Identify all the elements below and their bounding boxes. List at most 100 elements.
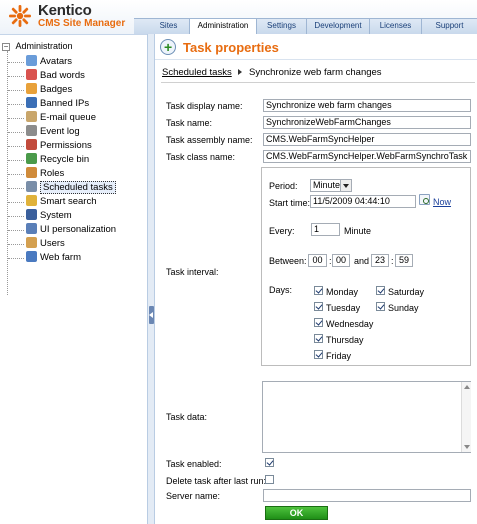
sidebar-item-scheduled-tasks[interactable]: Scheduled tasks	[26, 181, 116, 195]
time-colon: :	[391, 256, 394, 266]
period-select[interactable]: Minute	[310, 179, 352, 192]
tab-licenses[interactable]: Licenses	[370, 19, 422, 34]
web-farm-icon	[26, 251, 37, 262]
saturday-label: Saturday	[388, 287, 425, 297]
collapse-panel-icon[interactable]	[149, 306, 154, 324]
sidebar-item-e-mail-queue[interactable]: E-mail queue	[26, 111, 96, 125]
sidebar-item-banned-ips[interactable]: Banned IPs	[26, 97, 89, 111]
scroll-down-icon[interactable]	[464, 445, 470, 449]
main-tabs: Sites Administration Settings Developmen…	[134, 18, 477, 35]
brand-name: Kentico	[38, 2, 92, 19]
display-name-label: Task display name:	[166, 101, 243, 111]
every-label: Every:	[269, 226, 295, 236]
sidebar-item-avatars[interactable]: Avatars	[26, 55, 72, 69]
sidebar-item-label: E-mail queue	[40, 112, 96, 123]
tree-root[interactable]: − Administration	[2, 41, 73, 53]
between-from-hour-input[interactable]: 00	[308, 254, 327, 267]
tab-settings[interactable]: Settings	[257, 19, 307, 34]
monday-checkbox[interactable]	[314, 286, 323, 295]
friday-checkbox[interactable]	[314, 350, 323, 359]
class-name-input[interactable]: CMS.WebFarmSyncHelper.WebFarmSynchroTask	[263, 150, 471, 163]
now-link[interactable]: Now	[433, 197, 451, 207]
sidebar-item-label: UI personalization	[40, 224, 117, 235]
panel-splitter[interactable]	[147, 34, 155, 524]
tree-guide-line	[8, 146, 24, 147]
banned-ips-icon	[26, 97, 37, 108]
sidebar-item-smart-search[interactable]: Smart search	[26, 195, 97, 209]
tree-guide-line	[8, 76, 24, 77]
tuesday-checkbox[interactable]	[314, 302, 323, 311]
collapse-icon[interactable]: −	[2, 42, 10, 51]
period-value: Minute	[313, 180, 341, 190]
sidebar-item-users[interactable]: Users	[26, 237, 65, 251]
breadcrumb: Scheduled tasks Synchronize web farm cha…	[162, 67, 382, 78]
assembly-name-input[interactable]: CMS.WebFarmSyncHelper	[263, 133, 471, 146]
between-label: Between:	[269, 256, 307, 266]
wednesday-checkbox[interactable]	[314, 318, 323, 327]
divider	[161, 82, 475, 83]
sidebar-item-label: Badges	[40, 84, 73, 95]
sunday-label: Sunday	[388, 303, 419, 313]
admin-tree-panel: − Administration Avatars Bad words Badges B…	[0, 34, 147, 524]
every-unit-label: Minute	[344, 226, 372, 236]
title-bar: Task properties	[155, 34, 477, 60]
email-queue-icon	[26, 111, 37, 122]
sidebar-item-label: Scheduled tasks	[40, 181, 116, 194]
task-enabled-checkbox[interactable]	[265, 458, 274, 467]
sunday-checkbox[interactable]	[376, 302, 385, 311]
wednesday-label: Wednesday	[326, 319, 374, 329]
class-name-label: Task class name:	[166, 152, 236, 162]
sidebar-item-label: Event log	[40, 126, 80, 137]
thursday-checkbox[interactable]	[314, 334, 323, 343]
between-to-hour-input[interactable]: 23	[371, 254, 389, 267]
breadcrumb-current: Synchronize web farm changes	[249, 67, 382, 78]
ok-button[interactable]: OK	[265, 506, 328, 520]
sidebar-item-event-log[interactable]: Event log	[26, 125, 80, 139]
task-name-label: Task name:	[166, 118, 213, 128]
sidebar-item-label: Bad words	[40, 70, 85, 81]
calendar-icon[interactable]	[419, 194, 430, 205]
tree-guide-line	[8, 258, 24, 259]
task-data-textarea[interactable]	[262, 381, 471, 453]
start-time-input[interactable]: 11/5/2009 04:44:10	[310, 195, 416, 208]
sidebar-item-ui-personalization[interactable]: UI personalization	[26, 223, 116, 237]
task-name-input[interactable]: SynchronizeWebFarmChanges	[263, 116, 471, 129]
between-to-minute-input[interactable]: 59	[395, 254, 413, 267]
tab-administration[interactable]: Administration	[189, 18, 257, 35]
sidebar-item-badges[interactable]: Badges	[26, 83, 72, 97]
smart-search-icon	[26, 195, 37, 206]
sidebar-item-recycle-bin[interactable]: Recycle bin	[26, 153, 89, 167]
breadcrumb-scheduled-tasks-link[interactable]: Scheduled tasks	[162, 67, 232, 78]
main-content: Task properties Scheduled tasks Synchron…	[155, 34, 477, 524]
textarea-scrollbar[interactable]	[461, 382, 471, 452]
saturday-checkbox[interactable]	[376, 286, 385, 295]
tab-development[interactable]: Development	[307, 19, 370, 34]
tree-guide-line	[8, 202, 24, 203]
display-name-input[interactable]: Synchronize web farm changes	[263, 99, 471, 112]
friday-label: Friday	[326, 351, 352, 361]
every-input[interactable]: 1	[311, 223, 340, 236]
sidebar-item-permissions[interactable]: Permissions	[26, 139, 92, 153]
sidebar-item-web-farm[interactable]: Web farm	[26, 251, 81, 265]
tab-support[interactable]: Support	[422, 19, 477, 34]
days-label: Days:	[269, 285, 293, 295]
recycle-bin-icon	[26, 153, 37, 164]
between-from-minute-input[interactable]: 00	[332, 254, 350, 267]
delete-after-run-checkbox[interactable]	[265, 475, 274, 484]
tree-guide-line	[8, 188, 24, 189]
task-enabled-label: Task enabled:	[166, 459, 222, 469]
sidebar-item-bad-words[interactable]: Bad words	[26, 69, 85, 83]
sidebar-item-system[interactable]: System	[26, 209, 72, 223]
thursday-label: Thursday	[326, 335, 364, 345]
tree-guide-line	[8, 104, 24, 105]
scheduled-tasks-icon	[26, 181, 37, 192]
server-name-input[interactable]	[263, 489, 471, 502]
between-and-label: and	[354, 256, 370, 266]
system-icon	[26, 209, 37, 220]
chevron-down-icon[interactable]	[340, 180, 351, 191]
sidebar-item-roles[interactable]: Roles	[26, 167, 64, 181]
sidebar-item-label: Smart search	[40, 196, 97, 207]
scroll-up-icon[interactable]	[464, 385, 470, 389]
period-label: Period:	[269, 181, 298, 191]
permissions-icon	[26, 139, 37, 150]
